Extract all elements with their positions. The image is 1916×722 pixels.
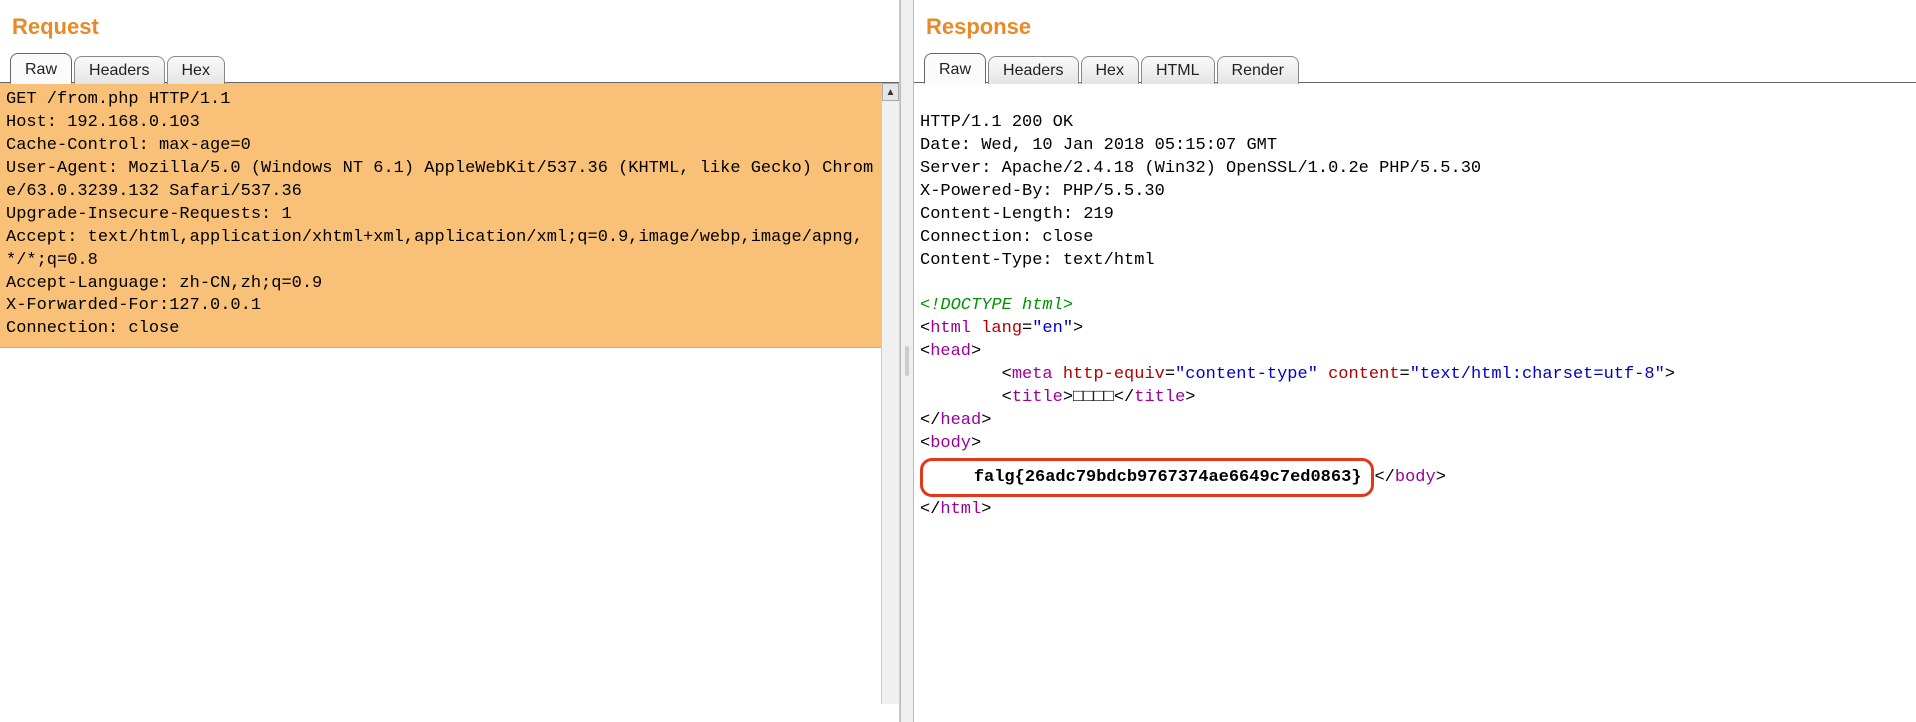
html-close-tag: html <box>940 500 981 519</box>
tab-response-hex[interactable]: Hex <box>1081 56 1139 84</box>
head-close-tag: head <box>940 411 981 430</box>
response-raw-text[interactable]: HTTP/1.1 200 OK Date: Wed, 10 Jan 2018 0… <box>914 83 1916 528</box>
response-panel: Response Raw Headers Hex HTML Render HTT… <box>914 0 1916 722</box>
tab-response-headers[interactable]: Headers <box>988 56 1078 84</box>
response-title: Response <box>914 0 1916 52</box>
tab-request-raw[interactable]: Raw <box>10 53 72 84</box>
tab-response-render[interactable]: Render <box>1217 56 1299 84</box>
tab-response-raw[interactable]: Raw <box>924 53 986 84</box>
response-tabs: Raw Headers Hex HTML Render <box>914 52 1916 83</box>
meta-content-val: "text/html:charset=utf-8" <box>1410 365 1665 384</box>
title-close-tag: title <box>1134 388 1185 407</box>
head-open-tag: head <box>930 342 971 361</box>
request-content: GET /from.php HTTP/1.1 Host: 192.168.0.1… <box>0 82 899 704</box>
doctype-decl: <!DOCTYPE html> <box>920 296 1073 315</box>
split-divider[interactable] <box>900 0 914 722</box>
html-lang-attr: lang <box>981 319 1022 338</box>
request-title: Request <box>0 0 899 52</box>
html-open-tag: html <box>930 319 971 338</box>
tab-response-html[interactable]: HTML <box>1141 56 1215 84</box>
request-panel: Request Raw Headers Hex GET /from.php HT… <box>0 0 900 722</box>
flag-text: falg{26adc79bdcb9767374ae6649c7ed0863} <box>974 468 1362 487</box>
body-close-tag: body <box>1395 468 1436 487</box>
request-scrollbar[interactable]: ▲ <box>881 83 899 704</box>
response-headers-block: HTTP/1.1 200 OK Date: Wed, 10 Jan 2018 0… <box>920 113 1481 270</box>
meta-httpequiv-val: "content-type" <box>1175 365 1318 384</box>
divider-grip-icon <box>905 346 909 376</box>
body-open-tag: body <box>930 434 971 453</box>
title-open-tag: title <box>1012 388 1063 407</box>
meta-httpequiv-attr: http-equiv <box>1063 365 1165 384</box>
request-tabs: Raw Headers Hex <box>0 52 899 83</box>
tab-request-hex[interactable]: Hex <box>167 56 225 84</box>
request-raw-text[interactable]: GET /from.php HTTP/1.1 Host: 192.168.0.1… <box>0 83 899 348</box>
tab-request-headers[interactable]: Headers <box>74 56 164 84</box>
meta-tag: meta <box>1012 365 1053 384</box>
meta-content-attr: content <box>1328 365 1399 384</box>
response-content: HTTP/1.1 200 OK Date: Wed, 10 Jan 2018 0… <box>914 82 1916 704</box>
html-lang-val: "en" <box>1032 319 1073 338</box>
flag-highlight: falg{26adc79bdcb9767374ae6649c7ed0863} <box>920 458 1374 497</box>
scroll-up-icon[interactable]: ▲ <box>882 83 899 101</box>
title-text: □□□□ <box>1073 388 1114 407</box>
